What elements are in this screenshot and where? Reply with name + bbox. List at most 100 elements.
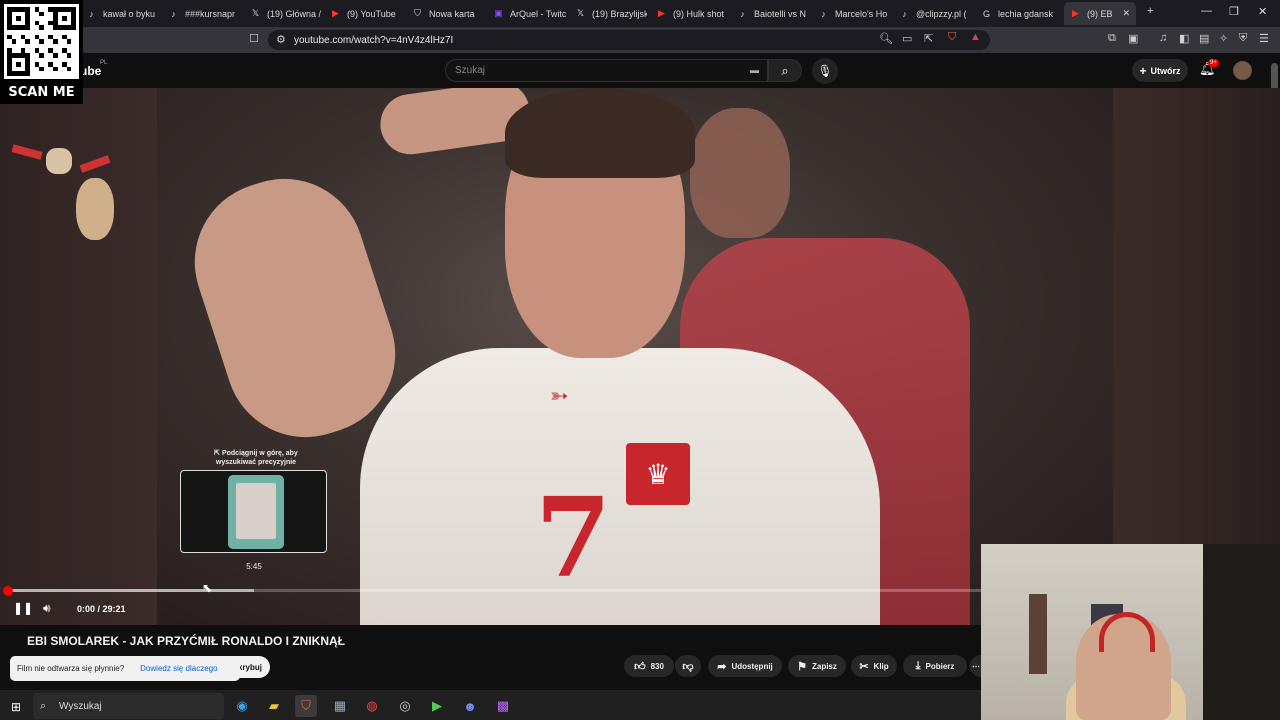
keyboard-icon[interactable]: ▬ — [750, 65, 759, 75]
minimize-icon[interactable]: — — [1201, 5, 1212, 17]
create-button[interactable]: + Utwórz — [1132, 59, 1188, 82]
edge-icon[interactable]: ◉ — [231, 695, 253, 717]
clip-button[interactable]: ✂ Klip — [851, 655, 897, 677]
browser-tab[interactable]: ▶ (9) Hulk shot — [656, 2, 730, 25]
brave-browser-icon[interactable]: ⛉ — [295, 695, 317, 717]
address-bar-row: ☐ ⚙ youtube.com/watch?v=4nV4z4lHz7I 🔍︎ ▭… — [0, 27, 1280, 53]
wallet-icon[interactable]: ▤ — [1199, 32, 1209, 45]
browser-tab-label: (9) EB — [1087, 8, 1113, 19]
launcher-icon[interactable]: ▶ — [426, 695, 448, 717]
search-input[interactable]: Szukaj ▬ — [445, 59, 768, 82]
volume-icon[interactable]: 🔊︎ — [43, 601, 51, 616]
browser-tab[interactable]: ♪ Baiotelli vs N — [737, 2, 811, 25]
pause-button[interactable]: ❚❚ — [13, 601, 33, 615]
browser-tab[interactable]: ♪ kawał o byku — [86, 2, 160, 25]
search-placeholder: Szukaj — [455, 65, 486, 76]
chrome-icon[interactable]: ◍ — [361, 695, 383, 717]
bookmark-save-icon: ⚑ — [797, 660, 807, 673]
browser-tab-label: (9) YouTube — [347, 8, 396, 19]
new-tab-button[interactable]: + — [1147, 5, 1153, 17]
site-info-icon[interactable]: ⚙ — [276, 33, 286, 46]
vpn-icon[interactable]: ⛨ — [1239, 32, 1247, 45]
seek-hint: ⇱ Podciągnij w górę, aby wyszukiwać prec… — [214, 450, 298, 466]
share-icon: ➦ — [717, 660, 727, 673]
dislike-button[interactable]: 👎︎ — [675, 655, 701, 677]
scissors-icon: ✂ — [859, 660, 869, 673]
mouse-cursor-icon: ⬉ — [202, 581, 213, 595]
cast-icon[interactable]: ▭ — [902, 32, 912, 45]
share-button[interactable]: ➦ Udostępnij — [708, 655, 782, 677]
webcam-door — [1029, 594, 1047, 674]
screenshot-icon[interactable]: ▣ — [1128, 32, 1138, 45]
tiktok-icon: ♪ — [821, 8, 826, 19]
more-icon: ⋯ — [972, 661, 980, 671]
discord-icon[interactable]: ☻ — [459, 695, 481, 717]
browser-tab-label: (19) Główna / — [267, 8, 322, 19]
youtube-logo[interactable]: ube — [80, 64, 101, 78]
create-label: Utwórz — [1150, 65, 1181, 76]
sidebar-icon[interactable]: ◧ — [1179, 32, 1189, 45]
browser-tab[interactable]: ♪ ###kursnapr — [168, 2, 242, 25]
menu-icon[interactable]: ☰ — [1259, 32, 1269, 45]
avatar[interactable] — [1233, 61, 1252, 80]
tiktok-icon: ♪ — [171, 8, 176, 19]
file-explorer-icon[interactable]: ▰ — [263, 695, 285, 717]
progress-scrubber[interactable] — [3, 586, 13, 596]
player-hair — [505, 88, 695, 178]
video-background-left — [0, 88, 157, 625]
browser-tab[interactable]: Glechia gdansk — [981, 2, 1055, 25]
browser-tab-label: Nowa karta — [429, 8, 475, 19]
extensions-icon[interactable]: ⧉ — [1108, 32, 1116, 45]
qr-code-pattern — [4, 4, 79, 79]
share-label: Udostępnij — [731, 661, 773, 671]
youtube-masthead: Szukaj ▬ ⌕ 🎙︎ + Utwórz 🔔︎ 9+ — [0, 53, 1280, 88]
app-icon[interactable]: ▦ — [329, 695, 351, 717]
taskbar-search-placeholder: Wyszukaj — [59, 700, 102, 712]
browser-tab[interactable]: ▣ ArQuel - Twitc — [493, 2, 567, 25]
close-window-icon[interactable]: ✕ — [1258, 5, 1267, 18]
youtube-icon: ▶ — [658, 8, 665, 18]
clip-label: Klip — [873, 661, 889, 671]
app-icon[interactable]: ▩ — [492, 695, 514, 717]
save-button[interactable]: ⚑ Zapisz — [788, 655, 846, 677]
taskbar-search[interactable]: Wyszukaj — [33, 693, 224, 719]
google-icon: G — [982, 8, 990, 19]
search-button[interactable]: ⌕ — [768, 59, 802, 82]
search-icon: ⌕ — [40, 700, 47, 712]
browser-tab[interactable]: ▶ (9) YouTube — [330, 2, 404, 25]
maximize-icon[interactable]: ❐ — [1229, 5, 1239, 18]
browser-tab[interactable]: 𝕏 (19) Brazylijsk — [575, 2, 647, 25]
twitch-icon: ▣ — [494, 8, 503, 18]
browser-tab[interactable]: ♪ Marcelo's Ho — [818, 2, 892, 25]
webcam-dark-area — [1203, 544, 1280, 720]
zoom-icon[interactable]: 🔍︎ — [879, 32, 893, 45]
search-icon: ⌕ — [781, 62, 789, 78]
download-label: Pobierz — [925, 661, 955, 671]
poland-eagle-crest-icon: ♛ — [626, 443, 690, 505]
voice-search-button[interactable]: 🎙︎ — [812, 58, 838, 84]
tiktok-icon: ♪ — [89, 8, 94, 19]
share-page-icon[interactable]: ⇱ — [924, 32, 933, 45]
tiktok-icon: ♪ — [740, 8, 745, 19]
browser-tab[interactable]: ♪ @clipzzy.pl ( — [899, 2, 973, 25]
plus-icon: + — [1139, 63, 1147, 78]
browser-tab[interactable]: 𝕏 (19) Główna / — [250, 2, 322, 25]
toast-learn-more-link[interactable]: Dowiedz się dlaczego — [140, 664, 217, 673]
like-button[interactable]: 👍︎ 830 — [624, 655, 674, 677]
browser-tab-label: Baiotelli vs N — [754, 8, 807, 19]
windows-start-icon[interactable]: ⊞ — [11, 700, 21, 714]
close-tab-icon[interactable]: ✕ — [1122, 8, 1130, 19]
preview-card-image — [228, 475, 284, 549]
media-icon[interactable]: ♫ — [1159, 32, 1167, 44]
obs-icon[interactable]: ◎ — [394, 695, 416, 717]
download-button[interactable]: ⤓ Pobierz — [903, 655, 967, 677]
youtube-icon: ▶ — [1072, 8, 1079, 18]
playback-toast: Film nie odtwarza się płynnie? Dowiedz s… — [10, 656, 240, 681]
leo-ai-icon[interactable]: ✧ — [1219, 32, 1228, 45]
bookmark-icon[interactable]: ☐ — [249, 32, 259, 45]
brave-shields-icon[interactable]: ⛉ — [948, 31, 956, 44]
x-icon: 𝕏 — [576, 8, 585, 18]
brave-rewards-icon[interactable]: ▲ — [970, 31, 981, 43]
browser-tab[interactable]: ⛉ Nowa karta — [412, 2, 484, 25]
browser-tab[interactable]: ▶ (9) EB ✕ — [1064, 2, 1136, 25]
